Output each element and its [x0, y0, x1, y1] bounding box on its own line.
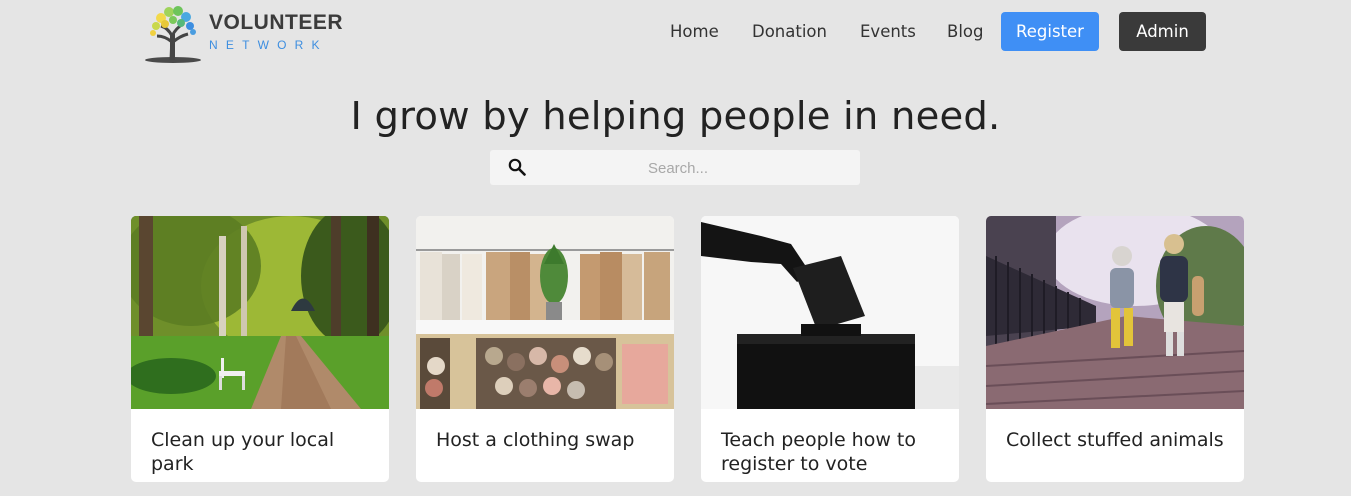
card-title: Collect stuffed animals — [1006, 429, 1224, 451]
park-photo — [131, 216, 389, 409]
search-input[interactable] — [526, 150, 830, 187]
page-headline: I grow by helping people in need. — [350, 94, 1001, 139]
children-bridge-photo — [986, 216, 1244, 409]
nav-events[interactable]: Events — [860, 12, 916, 51]
search-icon[interactable] — [508, 158, 526, 176]
event-card-park[interactable]: Clean up your local park — [131, 216, 389, 482]
nav-blog[interactable]: Blog — [947, 12, 983, 51]
register-button[interactable]: Register — [1001, 12, 1099, 51]
main-nav: Home Donation Events Blog Register Admin — [0, 12, 1351, 51]
admin-button[interactable]: Admin — [1119, 12, 1206, 51]
card-title: Host a clothing swap — [436, 429, 635, 451]
card-title: Clean up your local park — [151, 429, 335, 475]
event-card-stuffed-animals[interactable]: Collect stuffed animals — [986, 216, 1244, 482]
event-card-clothing-swap[interactable]: Host a clothing swap — [416, 216, 674, 482]
search-bar — [490, 150, 860, 187]
nav-home[interactable]: Home — [670, 12, 719, 51]
card-title: Teach people how to register to vote — [721, 429, 917, 475]
nav-donation[interactable]: Donation — [752, 12, 827, 51]
ballot-box-photo — [701, 216, 959, 409]
event-card-register-vote[interactable]: Teach people how to register to vote — [701, 216, 959, 482]
clothing-rack-photo — [416, 216, 674, 409]
